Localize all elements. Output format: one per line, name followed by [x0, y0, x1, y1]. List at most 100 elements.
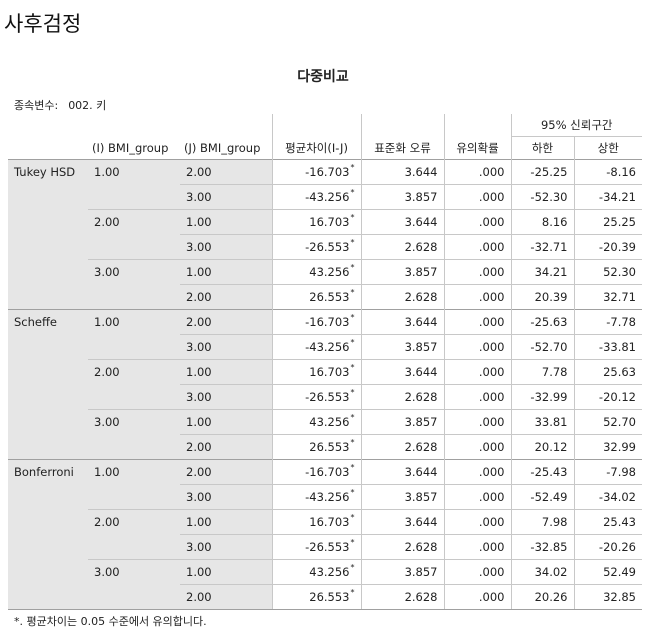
- j-group-value: 2.00: [180, 284, 272, 310]
- i-group-value: 3.00: [88, 259, 180, 310]
- mean-diff-cell: -26.553*: [271, 384, 361, 410]
- ci-lower-value: 20.26: [510, 584, 574, 610]
- sig-value: .000: [443, 334, 511, 360]
- j-group-value: 2.00: [180, 159, 272, 185]
- sig-value: .000: [443, 309, 511, 335]
- j-group-value: 2.00: [180, 584, 272, 610]
- significance-star: *: [350, 263, 355, 273]
- mean-diff-cell: 43.256*: [271, 409, 361, 435]
- sig-value: .000: [443, 509, 511, 535]
- sig-value: .000: [443, 484, 511, 510]
- std-error-value: 2.628: [360, 434, 444, 460]
- ci-upper-value: 25.43: [573, 509, 642, 535]
- header-ci: 95% 신뢰구간: [510, 114, 642, 137]
- i-group-value: 1.00: [88, 459, 180, 510]
- mean-diff-value: 26.553: [309, 440, 350, 454]
- std-error-value: 3.644: [360, 159, 444, 185]
- ci-upper-value: 52.49: [573, 559, 642, 585]
- sig-value: .000: [443, 234, 511, 260]
- footnote: *. 평균차이는 0.05 수준에서 유의합니다.: [14, 615, 207, 628]
- ci-upper-value: -8.16: [573, 159, 642, 185]
- j-group-value: 1.00: [180, 409, 272, 435]
- mean-diff-cell: -16.703*: [271, 309, 361, 335]
- ci-lower-value: 7.78: [510, 359, 574, 385]
- std-error-value: 3.644: [360, 309, 444, 335]
- mean-diff-value: 43.256: [309, 265, 350, 279]
- mean-diff-cell: -26.553*: [271, 234, 361, 260]
- sig-value: .000: [443, 534, 511, 560]
- table-row: 3.00 1.00 43.256* 3.857.000 33.81 52.70: [8, 409, 642, 460]
- j-group-value: 1.00: [180, 209, 272, 235]
- ci-upper-value: 32.85: [573, 584, 642, 610]
- dependent-variable-label: 종속변수:: [14, 99, 59, 112]
- sig-value: .000: [443, 434, 511, 460]
- i-group-value: 2.00: [88, 509, 180, 560]
- significance-star: *: [350, 463, 355, 473]
- sig-value: .000: [443, 384, 511, 410]
- ci-upper-value: -34.21: [573, 184, 642, 210]
- significance-star: *: [350, 438, 355, 448]
- sig-value: .000: [443, 459, 511, 485]
- sig-value: .000: [443, 559, 511, 585]
- std-error-value: 3.644: [360, 459, 444, 485]
- j-group-value: 1.00: [180, 509, 272, 535]
- ci-lower-value: 20.12: [510, 434, 574, 460]
- table-row: Scheffe 1.00 2.00 -16.703* 3.644.000 -25.63 -7…: [8, 309, 642, 460]
- j-group-value: 1.00: [180, 259, 272, 285]
- mean-diff-value: -43.256: [305, 190, 350, 204]
- header-std-error: 표준화 오류: [360, 136, 444, 160]
- ci-upper-value: -20.12: [573, 384, 642, 410]
- ci-upper-value: 52.70: [573, 409, 642, 435]
- sig-value: .000: [443, 584, 511, 610]
- significance-star: *: [350, 413, 355, 423]
- mean-diff-cell: -43.256*: [271, 484, 361, 510]
- mean-diff-cell: 26.553*: [271, 584, 361, 610]
- ci-lower-value: 7.98: [510, 509, 574, 535]
- ci-lower-value: -32.99: [510, 384, 574, 410]
- significance-star: *: [350, 163, 355, 173]
- significance-star: *: [350, 388, 355, 398]
- table-body: Tukey HSD 1.00 2.00 -16.703* 3.644.000 -25.25…: [8, 159, 642, 610]
- ci-lower-value: -32.71: [510, 234, 574, 260]
- ci-lower-value: -25.25: [510, 159, 574, 185]
- j-group-value: 3.00: [180, 234, 272, 260]
- significance-star: *: [350, 588, 355, 598]
- i-group-value: 2.00: [88, 359, 180, 410]
- std-error-value: 3.644: [360, 209, 444, 235]
- mean-diff-cell: -16.703*: [271, 159, 361, 185]
- j-group-value: 2.00: [180, 459, 272, 485]
- mean-diff-value: 26.553: [309, 290, 350, 304]
- mean-diff-value: -16.703: [305, 165, 350, 179]
- j-group-value: 3.00: [180, 184, 272, 210]
- header-spacer: [180, 114, 272, 137]
- mean-diff-cell: 16.703*: [271, 359, 361, 385]
- mean-diff-value: 43.256: [309, 415, 350, 429]
- ci-lower-value: -52.30: [510, 184, 574, 210]
- sig-value: .000: [443, 159, 511, 185]
- std-error-value: 2.628: [360, 284, 444, 310]
- ci-lower-value: 20.39: [510, 284, 574, 310]
- sig-value: .000: [443, 409, 511, 435]
- std-error-value: 3.857: [360, 184, 444, 210]
- table-row: 2.00 1.00 16.703* 3.644.000 7.78 25.63: [8, 359, 642, 410]
- header-lower: 하한: [510, 136, 574, 160]
- j-group-value: 3.00: [180, 384, 272, 410]
- header-sig: 유의확률: [443, 136, 511, 160]
- mean-diff-value: -26.553: [305, 540, 350, 554]
- mean-diff-cell: 43.256*: [271, 259, 361, 285]
- mean-diff-cell: -26.553*: [271, 534, 361, 560]
- j-group-value: 2.00: [180, 434, 272, 460]
- significance-star: *: [350, 313, 355, 323]
- i-group-value: 2.00: [88, 209, 180, 260]
- std-error-value: 2.628: [360, 584, 444, 610]
- ci-lower-value: 34.02: [510, 559, 574, 585]
- sig-value: .000: [443, 359, 511, 385]
- ci-upper-value: -20.39: [573, 234, 642, 260]
- ci-upper-value: 25.25: [573, 209, 642, 235]
- table-row: 2.00 1.00 16.703* 3.644.000 8.16 25.25: [8, 209, 642, 260]
- mean-diff-value: -26.553: [305, 240, 350, 254]
- ci-upper-value: -33.81: [573, 334, 642, 360]
- mean-diff-value: -16.703: [305, 465, 350, 479]
- mean-diff-value: -26.553: [305, 390, 350, 404]
- std-error-value: 3.857: [360, 484, 444, 510]
